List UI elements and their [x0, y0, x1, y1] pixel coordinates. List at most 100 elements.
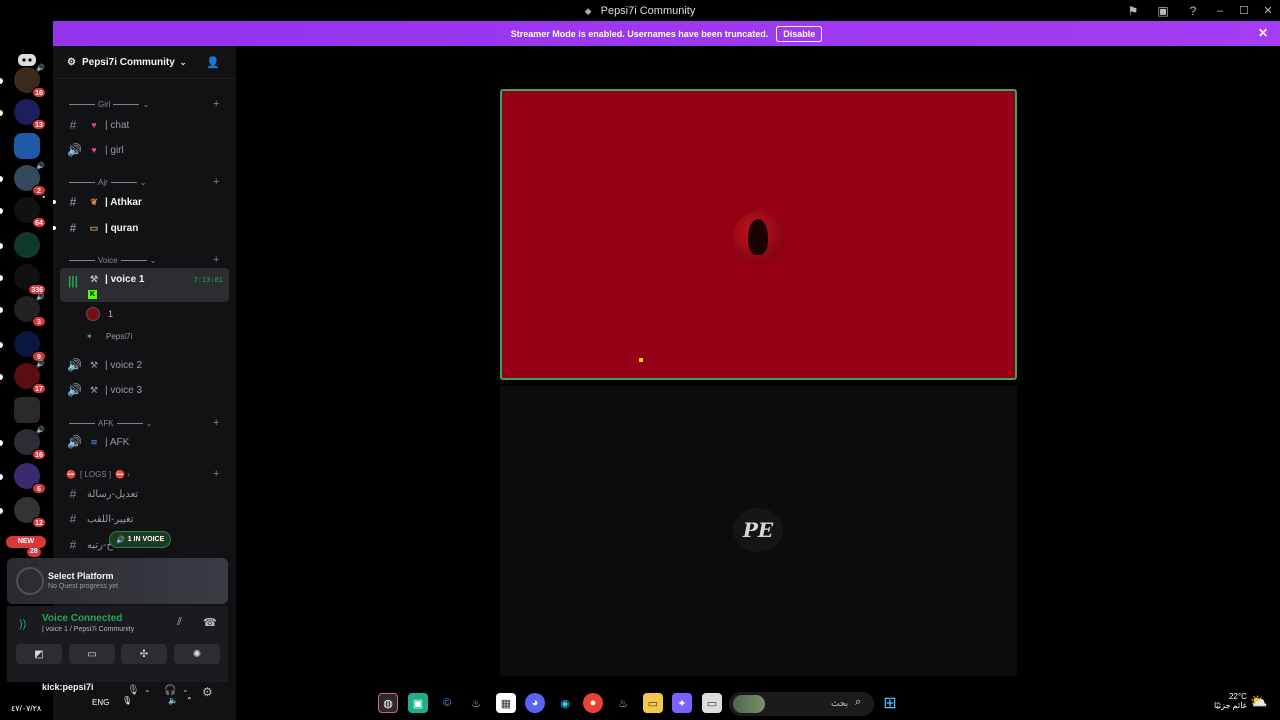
mention-badge: 17: [32, 383, 46, 394]
settings-icon[interactable]: ⚙: [202, 685, 213, 699]
channel-label: | chat: [105, 119, 130, 131]
server-icon[interactable]: 12: [14, 497, 46, 528]
camera-button[interactable]: ◩: [16, 644, 62, 664]
channel-emoji-icon: ≋: [90, 436, 98, 447]
discord-icon[interactable]: ◕: [525, 693, 545, 713]
signal-icon[interactable]: )): [19, 618, 26, 630]
channel-quran[interactable]: # ▭ | quran: [53, 216, 229, 240]
close-icon[interactable]: ✕: [1258, 26, 1268, 40]
search-highlight-image: [733, 695, 765, 713]
soundboard-icon: ✺: [192, 648, 202, 660]
server-icon[interactable]: [14, 232, 40, 258]
folder-icon[interactable]: ▭: [643, 693, 663, 713]
voice-location[interactable]: | voice 1 / Pepsi7i Community: [42, 626, 134, 633]
hammer-icon: ⚒: [89, 359, 99, 370]
noise-suppression-icon[interactable]: ⫽: [177, 616, 182, 629]
category-voice[interactable]: Voice ⌄ +: [66, 253, 219, 267]
add-channel-icon[interactable]: +: [213, 98, 219, 110]
channel-athkar[interactable]: # ❦ | Athkar: [53, 190, 229, 214]
copilot-icon[interactable]: ✦: [672, 693, 692, 713]
taskbar-app-icon[interactable]: ©: [437, 693, 457, 713]
category-girl[interactable]: Girl ⌄ +: [66, 97, 219, 111]
volume-icon[interactable]: 🔈: [168, 696, 178, 705]
headphones-icon[interactable]: 🎧: [164, 685, 176, 696]
chevron-up-icon[interactable]: ⌃: [186, 696, 193, 705]
channel-girl[interactable]: 🔊 ♥ | girl: [60, 138, 229, 162]
server-icon[interactable]: 🔊 2: [14, 163, 46, 196]
disable-streamer-mode-button[interactable]: Disable: [776, 25, 823, 42]
weather-widget[interactable]: 22°C غائم جزئيًا: [1214, 692, 1247, 710]
server-icon[interactable]: 6: [14, 463, 46, 494]
server-icon[interactable]: 🔊 17: [14, 361, 46, 394]
server-icon[interactable]: 🔊 3: [14, 294, 46, 327]
taskbar-app-icon[interactable]: ♨: [466, 693, 486, 713]
server-icon[interactable]: [14, 133, 40, 159]
monitor-icon[interactable]: ▣: [1148, 0, 1178, 21]
windows-icon[interactable]: ⊞: [880, 693, 900, 713]
voice-user[interactable]: 1: [86, 305, 113, 323]
avatar: [733, 211, 785, 263]
taskbar-app-icon[interactable]: ◍: [378, 693, 398, 713]
server-icon[interactable]: 9: [14, 331, 46, 362]
taskbar-search[interactable]: بحث ⌕: [729, 692, 874, 716]
edge-icon[interactable]: ◉: [555, 693, 575, 713]
username[interactable]: kick:pepsi7i: [42, 682, 94, 692]
server-icon[interactable]: 336: [14, 264, 46, 295]
voice-status[interactable]: Voice Connected: [42, 613, 122, 624]
server-icon[interactable]: ▪ 64: [14, 194, 46, 228]
disconnect-icon[interactable]: ☎: [203, 616, 217, 629]
chrome-icon[interactable]: ●: [583, 693, 603, 713]
server-icon[interactable]: 🔊 16: [14, 427, 46, 460]
channel-label: | voice 3: [105, 384, 143, 396]
minimize-button[interactable]: –: [1208, 0, 1232, 21]
maximize-button[interactable]: ☐: [1232, 0, 1256, 21]
channel-label: | voice 1: [105, 274, 145, 285]
soundboard-button[interactable]: ✺: [174, 644, 220, 664]
close-window-button[interactable]: ✕: [1256, 0, 1280, 21]
activities-button[interactable]: ✣: [121, 644, 167, 664]
language-indicator[interactable]: ENG: [92, 698, 109, 707]
channel-voice-1[interactable]: ||| ⚒ | voice 1 7:13:01 K: [60, 268, 229, 302]
server-icon[interactable]: 13: [14, 99, 46, 130]
category-ajr[interactable]: Ajr ⌄ +: [66, 175, 219, 189]
kick-icon: K: [88, 290, 97, 299]
taskbar-app-icon[interactable]: ▭: [702, 693, 722, 713]
channel-chat[interactable]: # ♥ | chat: [60, 113, 229, 137]
category-afk[interactable]: AFK ⌄ +: [66, 416, 219, 430]
channel-label: | girl: [105, 144, 124, 156]
mic-icon[interactable]: 🎙: [127, 685, 140, 696]
video-tile[interactable]: PE: [500, 386, 1017, 676]
channel-afk[interactable]: 🔊 ≋ | AFK: [60, 430, 229, 454]
category-logs[interactable]: ⛔[ LOGS ] ⛔ › +: [66, 467, 219, 481]
screen-share-button[interactable]: ▭: [69, 644, 115, 664]
steam-icon[interactable]: ♨: [613, 693, 633, 713]
chevron-down-icon[interactable]: ⌄: [144, 685, 151, 694]
activities-icon: ✣: [139, 648, 149, 660]
mention-badge: 64: [32, 217, 46, 228]
server-icon[interactable]: [14, 397, 40, 423]
add-channel-icon[interactable]: +: [213, 417, 219, 429]
server-header[interactable]: ⚙ Pepsi7i Community ⌄ 👤: [53, 46, 236, 79]
server-icon[interactable]: 🔊 16: [14, 65, 46, 98]
mic-icon[interactable]: 🎙: [122, 696, 132, 705]
quest-panel[interactable]: Select Platform No Quest progress yet: [7, 558, 228, 604]
flag-icon[interactable]: ⚑: [1118, 0, 1148, 21]
voice-user[interactable]: ✶ Pepsi7i: [86, 327, 132, 345]
add-channel-icon[interactable]: +: [213, 468, 219, 480]
video-tile-speaking[interactable]: [500, 89, 1017, 380]
channel-voice-3[interactable]: 🔊 ⚒ | voice 3: [60, 378, 229, 402]
channel-voice-2[interactable]: 🔊 ⚒ | voice 2: [60, 353, 229, 377]
new-servers-badge[interactable]: NEW: [6, 536, 46, 548]
chevron-down-icon[interactable]: ⌄: [182, 685, 189, 694]
add-channel-icon[interactable]: +: [213, 176, 219, 188]
taskbar-app-icon[interactable]: ▣: [408, 693, 428, 713]
invite-people-icon[interactable]: 👤: [206, 56, 220, 69]
add-channel-icon[interactable]: +: [213, 254, 219, 266]
in-voice-pill[interactable]: 🔊 1 IN VOICE: [109, 531, 172, 548]
voice-activity-icon: |||: [67, 274, 79, 288]
app-logo-icon: ◆: [584, 5, 592, 16]
help-icon[interactable]: ?: [1178, 0, 1208, 21]
channel-log-1[interactable]: # تعديل-رسالة: [60, 482, 229, 506]
channel-log-2[interactable]: # تغيير-اللقب: [60, 507, 229, 531]
taskbar-app-icon[interactable]: ▦: [496, 693, 516, 713]
